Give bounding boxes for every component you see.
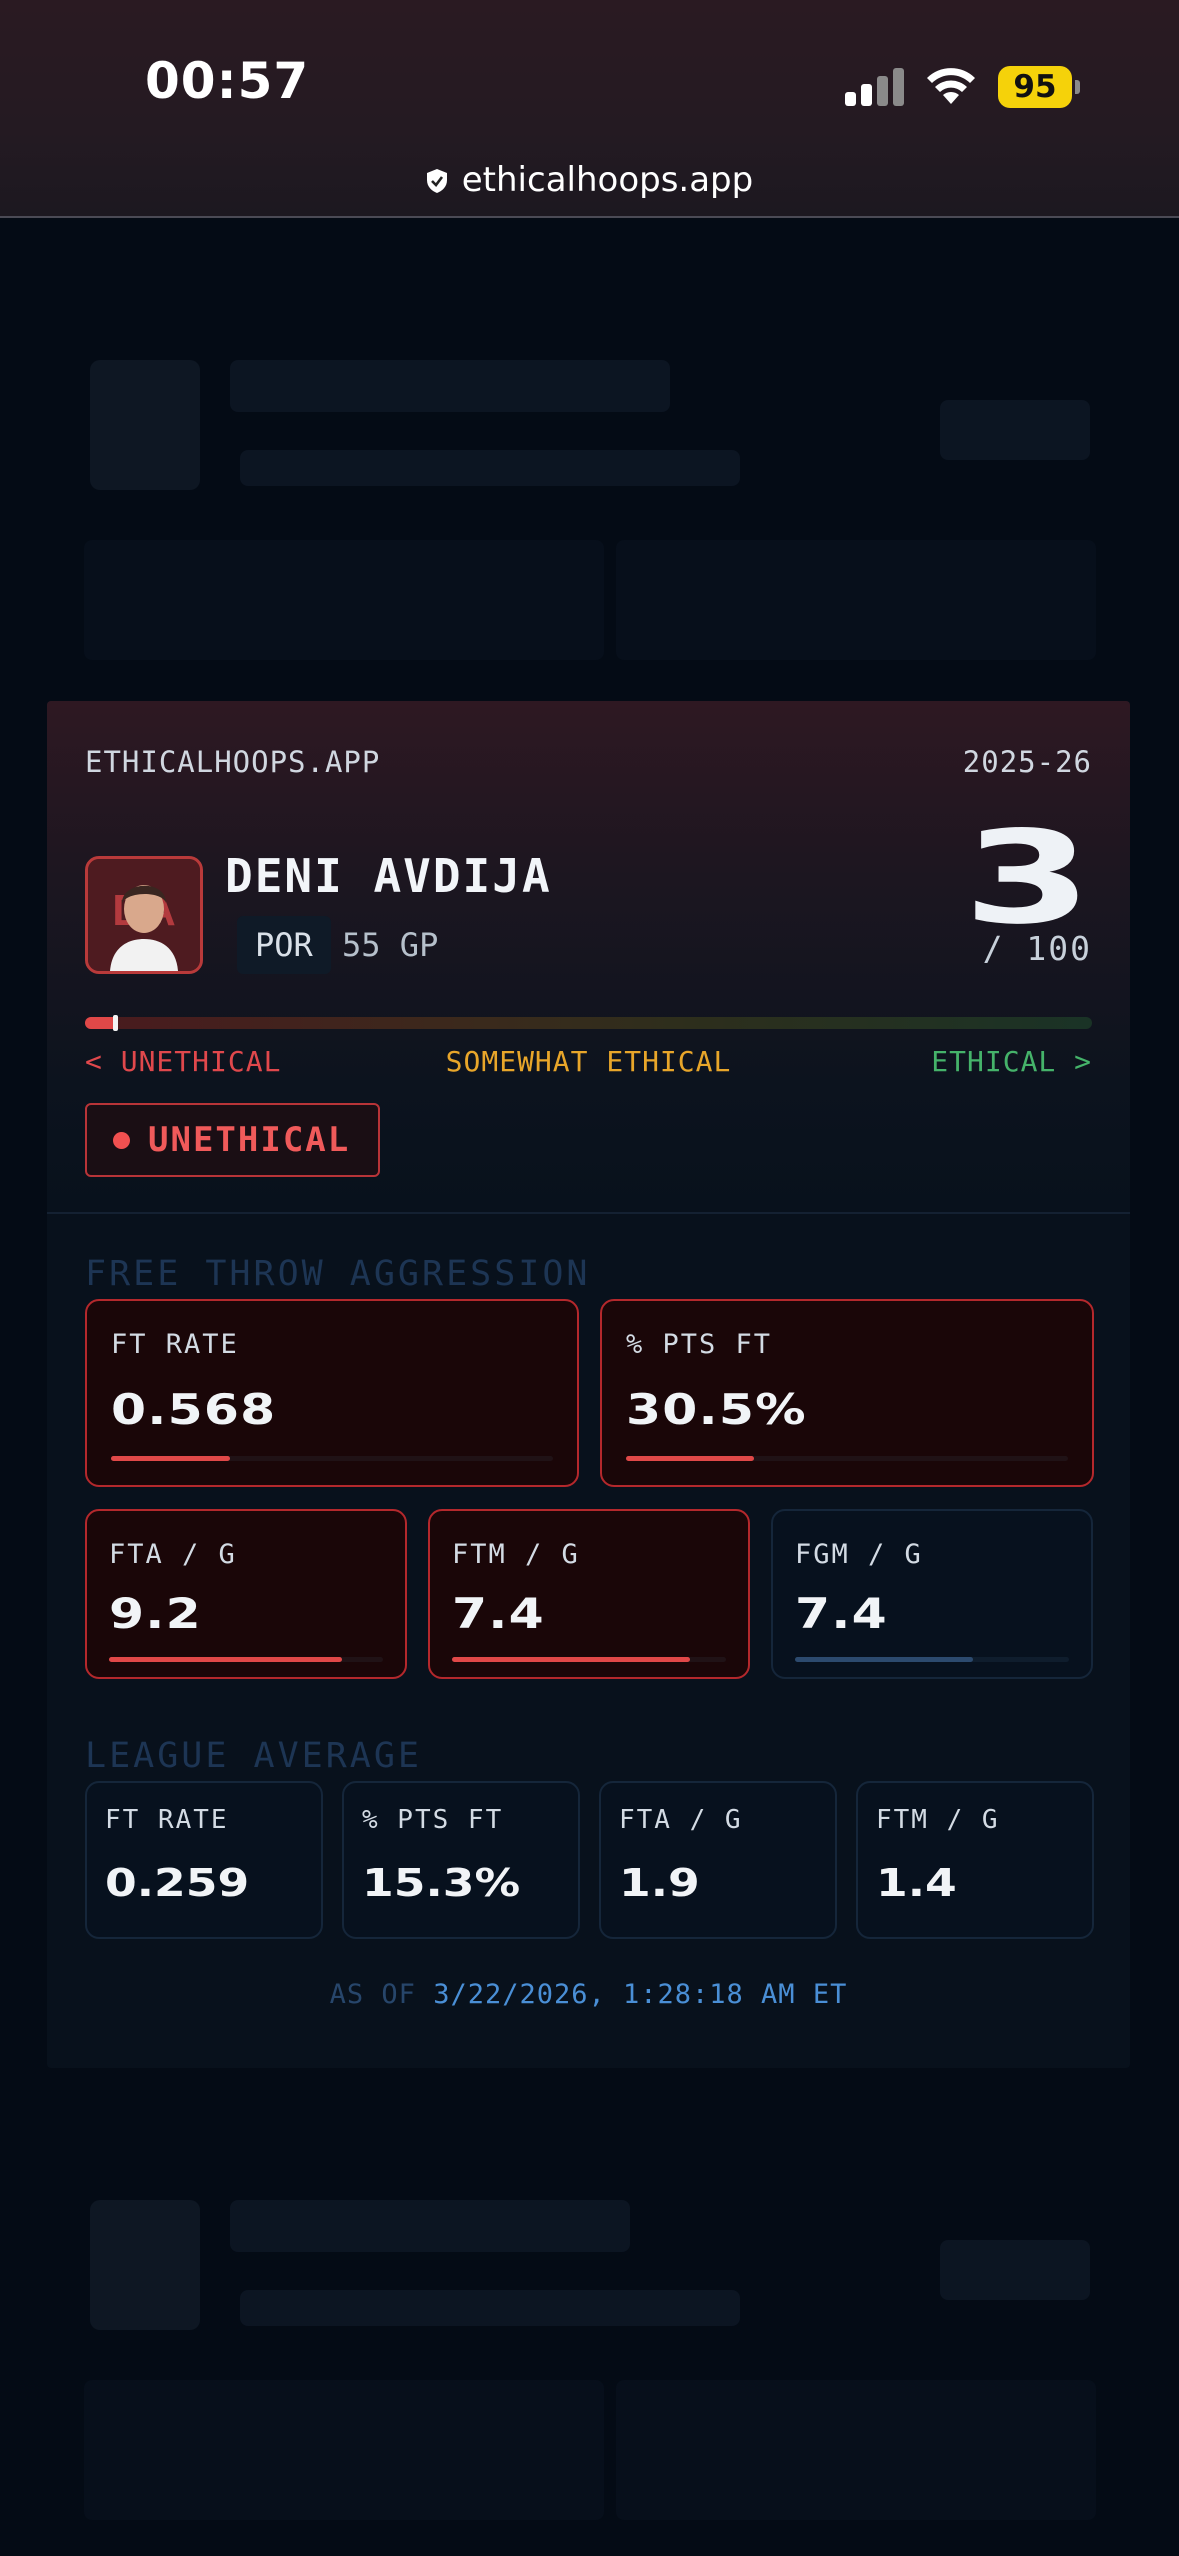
stat-label: FTA / G <box>109 1539 237 1570</box>
stat-bar <box>111 1456 553 1461</box>
stat-value: 1.9 <box>619 1861 700 1905</box>
bg-stat-right-2 <box>616 2380 1096 2520</box>
stat-bar <box>795 1657 1069 1662</box>
url-text: ethicalhoops.app <box>461 160 754 200</box>
stat-card-fta-per-game: FTA / G 9.2 <box>85 1509 407 1679</box>
stat-label: FTM / G <box>876 1805 1000 1835</box>
stat-bar <box>452 1657 726 1662</box>
league-stat-ft-rate: FT RATE 0.259 <box>85 1781 323 1939</box>
stat-bar <box>109 1657 383 1662</box>
bg-player-name-2 <box>230 2200 630 2252</box>
stat-card-pct-pts-ft: % PTS FT 30.5% <box>600 1299 1094 1487</box>
ethics-meter <box>85 1015 1092 1031</box>
stat-value: 7.4 <box>795 1589 888 1638</box>
as-of-label: AS OF <box>329 1979 416 2010</box>
stat-bar-fill <box>452 1657 691 1662</box>
battery-indicator: 95 <box>998 66 1072 108</box>
verdict-text: UNETHICAL <box>148 1120 351 1160</box>
bg-stat-left-2 <box>84 2380 604 2520</box>
bg-stat-left <box>84 540 604 660</box>
league-stat-ftm-per-game: FTM / G 1.4 <box>856 1781 1094 1939</box>
ethics-meter-fill <box>85 1017 116 1029</box>
verdict-badge: UNETHICAL <box>85 1103 381 1177</box>
section-divider <box>47 1212 1130 1214</box>
stat-value: 15.3% <box>362 1861 521 1905</box>
verdict-dot-icon <box>113 1131 130 1149</box>
as-of-value: 3/22/2026, 1:28:18 AM ET <box>433 1979 848 2010</box>
player-name: DENI AVDIJA <box>225 849 552 903</box>
bg-stat-right <box>616 540 1096 660</box>
games-played: 55 GP <box>342 926 439 964</box>
stat-label: FT RATE <box>105 1805 229 1835</box>
stat-value: 0.568 <box>111 1385 277 1434</box>
card-header: ETHICALHOOPS.APP 2025-26 DA DENI AVDIJA … <box>47 701 1130 1211</box>
status-time: 00:57 <box>145 52 310 110</box>
stat-value: 7.4 <box>452 1589 545 1638</box>
stat-value: 1.4 <box>876 1861 957 1905</box>
stat-label: % PTS FT <box>362 1805 504 1835</box>
league-stat-pct-pts-ft: % PTS FT 15.3% <box>342 1781 580 1939</box>
wifi-icon <box>927 68 975 104</box>
bg-player-avatar <box>90 360 200 490</box>
stat-value: 9.2 <box>109 1589 202 1638</box>
stat-bar-fill <box>111 1456 231 1461</box>
stat-bar-fill <box>626 1456 755 1461</box>
section-title-league-average: LEAGUE AVERAGE <box>85 1736 423 1776</box>
stat-card-ft-rate: FT RATE 0.568 <box>85 1299 579 1487</box>
ethics-score: 3 <box>962 804 1092 953</box>
bg-score <box>940 400 1090 460</box>
bg-score-2 <box>940 2240 1090 2300</box>
stat-label: FTA / G <box>619 1805 743 1835</box>
battery-nub <box>1075 80 1080 94</box>
stat-label: FT RATE <box>111 1329 239 1360</box>
stat-label: FTM / G <box>452 1539 580 1570</box>
stat-bar <box>626 1456 1068 1461</box>
bg-player-name <box>230 360 670 412</box>
status-bar: 00:57 95 ethicalhoops.app <box>0 0 1179 218</box>
as-of-timestamp: AS OF 3/22/2026, 1:28:18 AM ET <box>47 1979 1130 2010</box>
bg-player-avatar-2 <box>90 2200 200 2330</box>
url-bar[interactable]: ethicalhoops.app <box>0 160 1179 200</box>
league-stat-fta-per-game: FTA / G 1.9 <box>599 1781 837 1939</box>
stat-label: FGM / G <box>795 1539 923 1570</box>
ethics-meter-knob <box>113 1015 119 1031</box>
stat-bar-fill <box>795 1657 974 1662</box>
bg-player-meta-2 <box>240 2290 740 2326</box>
stat-bar-fill <box>109 1657 342 1662</box>
section-title-free-throw: FREE THROW AGGRESSION <box>85 1254 591 1294</box>
score-max: / 100 <box>982 929 1092 968</box>
bg-player-meta <box>240 450 740 486</box>
cellular-signal-icon <box>845 66 905 106</box>
player-card: ETHICALHOOPS.APP 2025-26 DA DENI AVDIJA … <box>47 701 1130 2068</box>
team-badge: POR <box>237 916 331 974</box>
player-avatar: DA <box>85 856 203 974</box>
shield-check-icon <box>426 169 447 193</box>
stat-label: % PTS FT <box>626 1329 773 1360</box>
stat-card-ftm-per-game: FTM / G 7.4 <box>428 1509 750 1679</box>
stat-value: 30.5% <box>626 1385 807 1434</box>
brand-label: ETHICALHOOPS.APP <box>85 745 381 779</box>
stat-card-fgm-per-game: FGM / G 7.4 <box>771 1509 1093 1679</box>
stat-value: 0.259 <box>105 1861 250 1905</box>
scale-label-ethical: ETHICAL > <box>931 1045 1092 1078</box>
season-label: 2025-26 <box>962 745 1092 779</box>
player-photo-icon: DA <box>88 859 200 971</box>
